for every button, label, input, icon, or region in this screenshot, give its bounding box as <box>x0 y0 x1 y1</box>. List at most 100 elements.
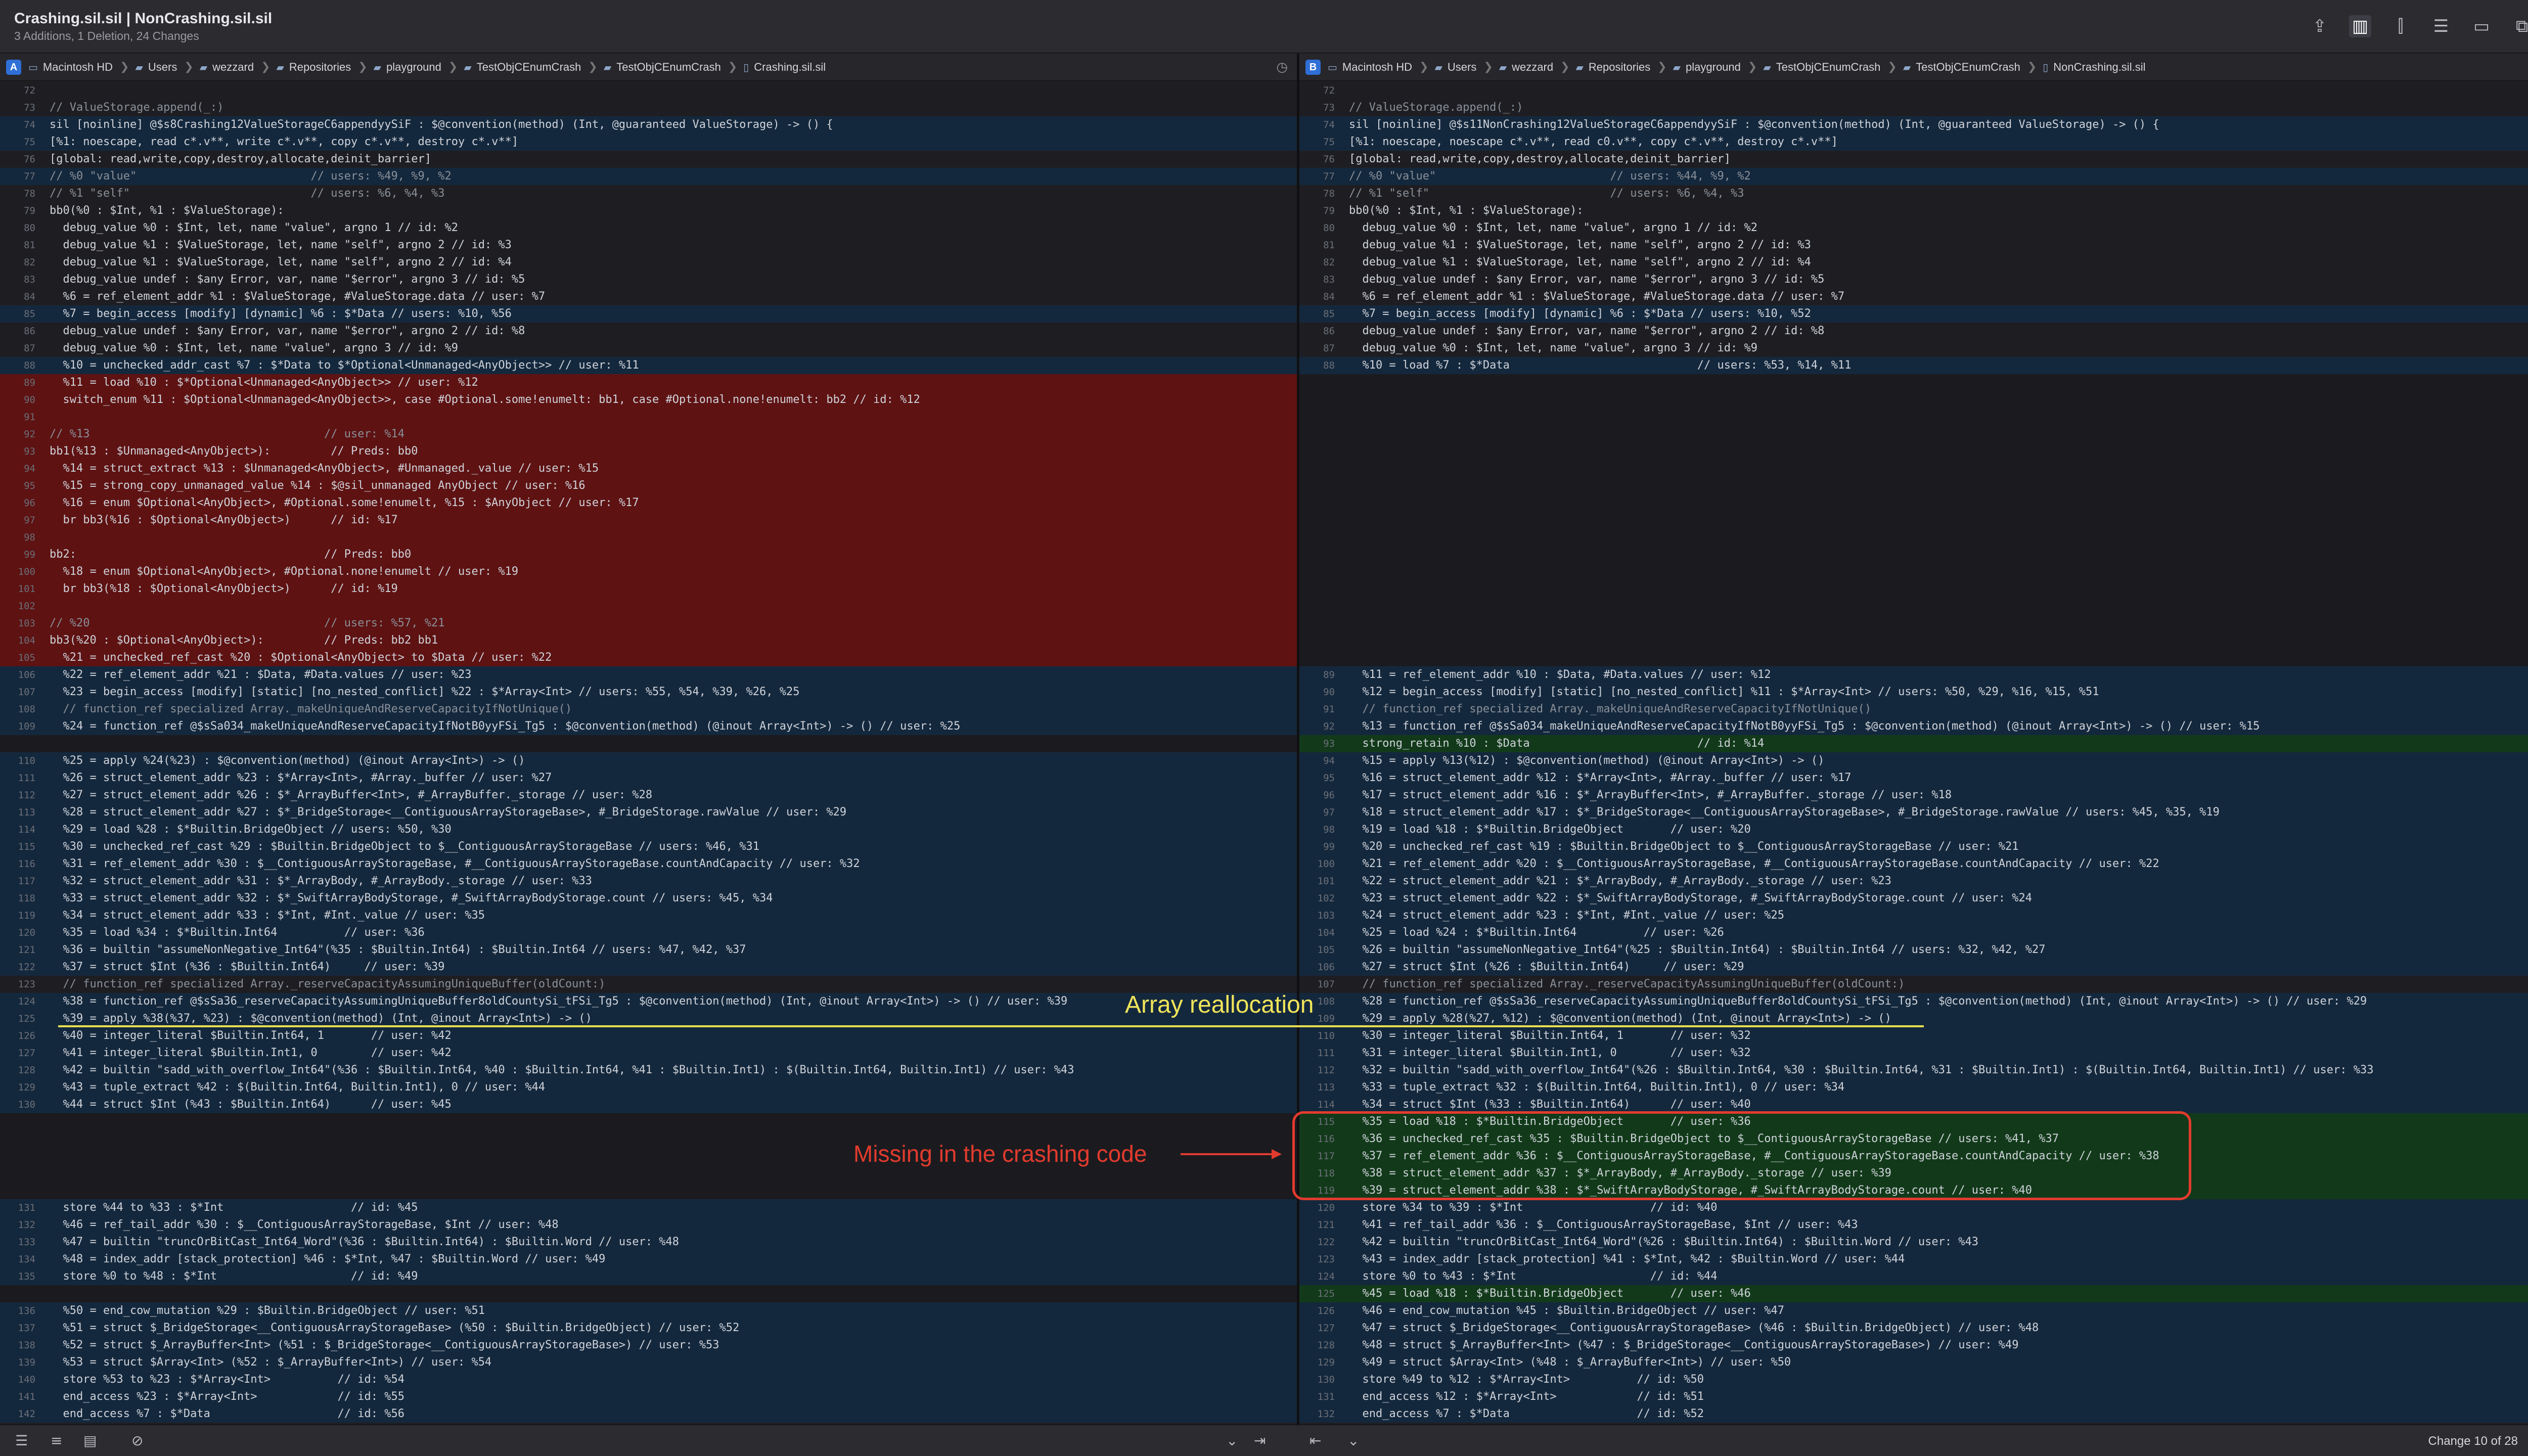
code-line[interactable]: 127 %47 = struct $_BridgeStorage<__Conti… <box>1299 1320 2528 1337</box>
code-line[interactable]: 117 %32 = struct_element_addr %31 : $*_A… <box>0 873 1297 890</box>
code-line[interactable]: 101 br bb3(%18 : $Optional<AnyObject>) /… <box>0 580 1297 598</box>
list-icon[interactable]: ☰ <box>2430 15 2452 37</box>
code-line[interactable]: 80 debug_value %0 : $Int, let, name "val… <box>0 219 1297 237</box>
code-line[interactable]: 79 bb0(%0 : $Int, %1 : $ValueStorage): <box>1299 202 2528 219</box>
code-line[interactable]: 118 %33 = struct_element_addr %32 : $*_S… <box>0 890 1297 907</box>
code-line[interactable]: 88 %10 = unchecked_addr_cast %7 : $*Data… <box>0 357 1297 374</box>
left-diff-pane[interactable]: 72 73 // ValueStorage.append(_:) 74 sil [noi… <box>0 82 1297 1425</box>
code-line[interactable] <box>1299 615 2528 632</box>
code-line[interactable] <box>1299 408 2528 426</box>
code-line[interactable] <box>0 1165 1297 1182</box>
breadcrumb-item[interactable]: ▰ TestObjCEnumCrash ❯ <box>1903 61 2037 74</box>
window-icon[interactable]: ▭ <box>2470 15 2493 37</box>
breadcrumb-item[interactable]: ▰ playground ❯ <box>1673 61 1757 74</box>
code-line[interactable]: 127 %41 = integer_literal $Builtin.Int1,… <box>0 1044 1297 1062</box>
code-line[interactable]: 103 %24 = struct_element_addr %23 : $*In… <box>1299 907 2528 924</box>
code-line[interactable]: 126 %46 = end_cow_mutation %45 : $Builti… <box>1299 1302 2528 1320</box>
code-line[interactable]: 98 %19 = load %18 : $*Builtin.BridgeObje… <box>1299 821 2528 838</box>
code-line[interactable]: 99 %20 = unchecked_ref_cast %19 : $Built… <box>1299 838 2528 855</box>
code-line[interactable] <box>1299 529 2528 546</box>
code-line[interactable]: 106 %22 = ref_element_addr %21 : $Data, … <box>0 666 1297 684</box>
code-line[interactable]: 102 <box>0 598 1297 615</box>
code-line[interactable] <box>1299 632 2528 649</box>
code-line[interactable]: 76 [global: read,write,copy,destroy,alloc… <box>1299 151 2528 168</box>
code-line[interactable]: 130 %44 = struct $Int (%43 : $Builtin.In… <box>0 1096 1297 1113</box>
code-line[interactable]: 86 debug_value undef : $any Error, var, … <box>1299 323 2528 340</box>
code-line[interactable]: 142 end_access %7 : $*Data // id: %56 <box>0 1405 1297 1423</box>
breadcrumb-item[interactable]: ▰ wezzard ❯ <box>1499 61 1570 74</box>
code-line[interactable]: 85 %7 = begin_access [modify] [dynamic] … <box>1299 305 2528 323</box>
code-line[interactable]: 94 %15 = apply %13(%12) : $@convention(m… <box>1299 752 2528 769</box>
code-line[interactable]: 100 %18 = enum $Optional<AnyObject>, #Op… <box>0 563 1297 580</box>
unified-icon[interactable]: ⫿ <box>2389 15 2412 37</box>
code-line[interactable]: 88 %10 = load %7 : $*Data // users: %53,… <box>1299 357 2528 374</box>
code-line[interactable]: 122 %37 = struct $Int (%36 : $Builtin.In… <box>0 959 1297 976</box>
code-line[interactable]: 81 debug_value %1 : $ValueStorage, let, … <box>0 237 1297 254</box>
share-icon[interactable]: ⇪ <box>2309 15 2331 37</box>
code-line[interactable]: 136 %50 = end_cow_mutation %29 : $Builti… <box>0 1302 1297 1320</box>
code-line[interactable]: 80 debug_value %0 : $Int, let, name "val… <box>1299 219 2528 237</box>
code-line[interactable]: 120 store %34 to %39 : $*Int // id: %40 <box>1299 1199 2528 1216</box>
code-line[interactable]: 114 %34 = struct $Int (%33 : $Builtin.In… <box>1299 1096 2528 1113</box>
code-line[interactable]: 125 %45 = load %18 : $*Builtin.BridgeObj… <box>1299 1285 2528 1302</box>
breadcrumb-item[interactable]: ▯ NonCrashing.sil.sil <box>2043 61 2145 74</box>
breadcrumb-item[interactable]: ▰ Repositories ❯ <box>277 61 368 74</box>
code-line[interactable] <box>0 1113 1297 1130</box>
code-line[interactable]: 75 [%1: noescape, noescape c*.v**, read c… <box>1299 133 2528 151</box>
code-line[interactable]: 103 // %20 // users: %57, %21 <box>0 615 1297 632</box>
code-line[interactable]: 94 %14 = struct_extract %13 : $Unmanaged… <box>0 460 1297 477</box>
breadcrumb-item[interactable]: ▰ wezzard ❯ <box>200 61 270 74</box>
code-line[interactable]: 130 store %49 to %12 : $*Array<Int> // i… <box>1299 1371 2528 1388</box>
code-line[interactable]: 84 %6 = ref_element_addr %1 : $ValueStor… <box>1299 288 2528 305</box>
code-line[interactable]: 96 %16 = enum $Optional<AnyObject>, #Opt… <box>0 494 1297 512</box>
code-line[interactable] <box>1299 374 2528 391</box>
code-line[interactable]: 132 end_access %7 : $*Data // id: %52 <box>1299 1405 2528 1423</box>
code-line[interactable]: 111 %26 = struct_element_addr %23 : $*Ar… <box>0 769 1297 787</box>
code-line[interactable]: 107 // function_ref specialized Array._r… <box>1299 976 2528 993</box>
code-line[interactable]: 113 %28 = struct_element_addr %27 : $*_B… <box>0 804 1297 821</box>
code-line[interactable]: 92 %13 = function_ref @$sSa034_makeUniqu… <box>1299 718 2528 735</box>
list-icon[interactable]: ≡ <box>51 1432 62 1449</box>
code-line[interactable]: 123 %43 = index_addr [stack_protection] … <box>1299 1251 2528 1268</box>
breadcrumb-item[interactable]: ▭ Macintosh HD ❯ <box>28 61 129 74</box>
code-line[interactable]: 134 %48 = index_addr [stack_protection] … <box>0 1251 1297 1268</box>
code-line[interactable]: 109 %29 = apply %28(%27, %12) : $@conven… <box>1299 1010 2528 1027</box>
code-line[interactable]: 113 %33 = tuple_extract %32 : $(Builtin.… <box>1299 1079 2528 1096</box>
code-line[interactable]: 79 bb0(%0 : $Int, %1 : $ValueStorage): <box>0 202 1297 219</box>
code-line[interactable]: 131 store %44 to %33 : $*Int // id: %45 <box>0 1199 1297 1216</box>
code-line[interactable]: 86 debug_value undef : $any Error, var, … <box>0 323 1297 340</box>
code-line[interactable] <box>1299 649 2528 666</box>
code-line[interactable]: 97 br bb3(%16 : $Optional<AnyObject>) //… <box>0 512 1297 529</box>
breadcrumb-item[interactable]: ▭ Macintosh HD ❯ <box>1328 61 1429 74</box>
code-line[interactable]: 128 %42 = builtin "sadd_with_overflow_In… <box>0 1062 1297 1079</box>
code-line[interactable]: 93 bb1(%13 : $Unmanaged<AnyObject>): // P… <box>0 443 1297 460</box>
code-line[interactable]: 121 %36 = builtin "assumeNonNegative_Int… <box>0 941 1297 959</box>
code-line[interactable]: 104 bb3(%20 : $Optional<AnyObject>): // P… <box>0 632 1297 649</box>
code-line[interactable]: 135 store %0 to %48 : $*Int // id: %49 <box>0 1268 1297 1285</box>
code-line[interactable]: 141 end_access %23 : $*Array<Int> // id:… <box>0 1388 1297 1405</box>
code-line[interactable]: 106 %27 = struct $Int (%26 : $Builtin.In… <box>1299 959 2528 976</box>
code-line[interactable]: 119 %34 = struct_element_addr %33 : $*In… <box>0 907 1297 924</box>
code-line[interactable]: 129 %43 = tuple_extract %42 : $(Builtin.… <box>0 1079 1297 1096</box>
code-line[interactable] <box>1299 512 2528 529</box>
chevron-down-icon[interactable]: ⌄ <box>1226 1432 1238 1449</box>
code-line[interactable]: 124 store %0 to %43 : $*Int // id: %44 <box>1299 1268 2528 1285</box>
code-line[interactable]: 90 %12 = begin_access [modify] [static] … <box>1299 684 2528 701</box>
code-line[interactable]: 124 %38 = function_ref @$sSa36_reserveCa… <box>0 993 1297 1010</box>
filter-icon[interactable]: ☰ <box>15 1432 28 1449</box>
chevron-down-icon[interactable]: ⌄ <box>1347 1432 1359 1449</box>
code-line[interactable]: 97 %18 = struct_element_addr %17 : $*_Br… <box>1299 804 2528 821</box>
code-line[interactable]: 92 // %13 // user: %14 <box>0 426 1297 443</box>
code-line[interactable]: 89 %11 = ref_element_addr %10 : $Data, #… <box>1299 666 2528 684</box>
code-line[interactable]: 114 %29 = load %28 : $*Builtin.BridgeObj… <box>0 821 1297 838</box>
code-line[interactable]: 82 debug_value %1 : $ValueStorage, let, … <box>1299 254 2528 271</box>
code-line[interactable]: 84 %6 = ref_element_addr %1 : $ValueStor… <box>0 288 1297 305</box>
code-line[interactable] <box>1299 580 2528 598</box>
code-line[interactable]: 91 <box>0 408 1297 426</box>
code-line[interactable]: 76 [global: read,write,copy,destroy,alloc… <box>0 151 1297 168</box>
code-line[interactable]: 112 %27 = struct_element_addr %26 : $*_A… <box>0 787 1297 804</box>
code-line[interactable]: 82 debug_value %1 : $ValueStorage, let, … <box>0 254 1297 271</box>
code-line[interactable]: 131 end_access %12 : $*Array<Int> // id:… <box>1299 1388 2528 1405</box>
code-line[interactable]: 108 // function_ref specialized Array._m… <box>0 701 1297 718</box>
code-line[interactable] <box>1299 477 2528 494</box>
